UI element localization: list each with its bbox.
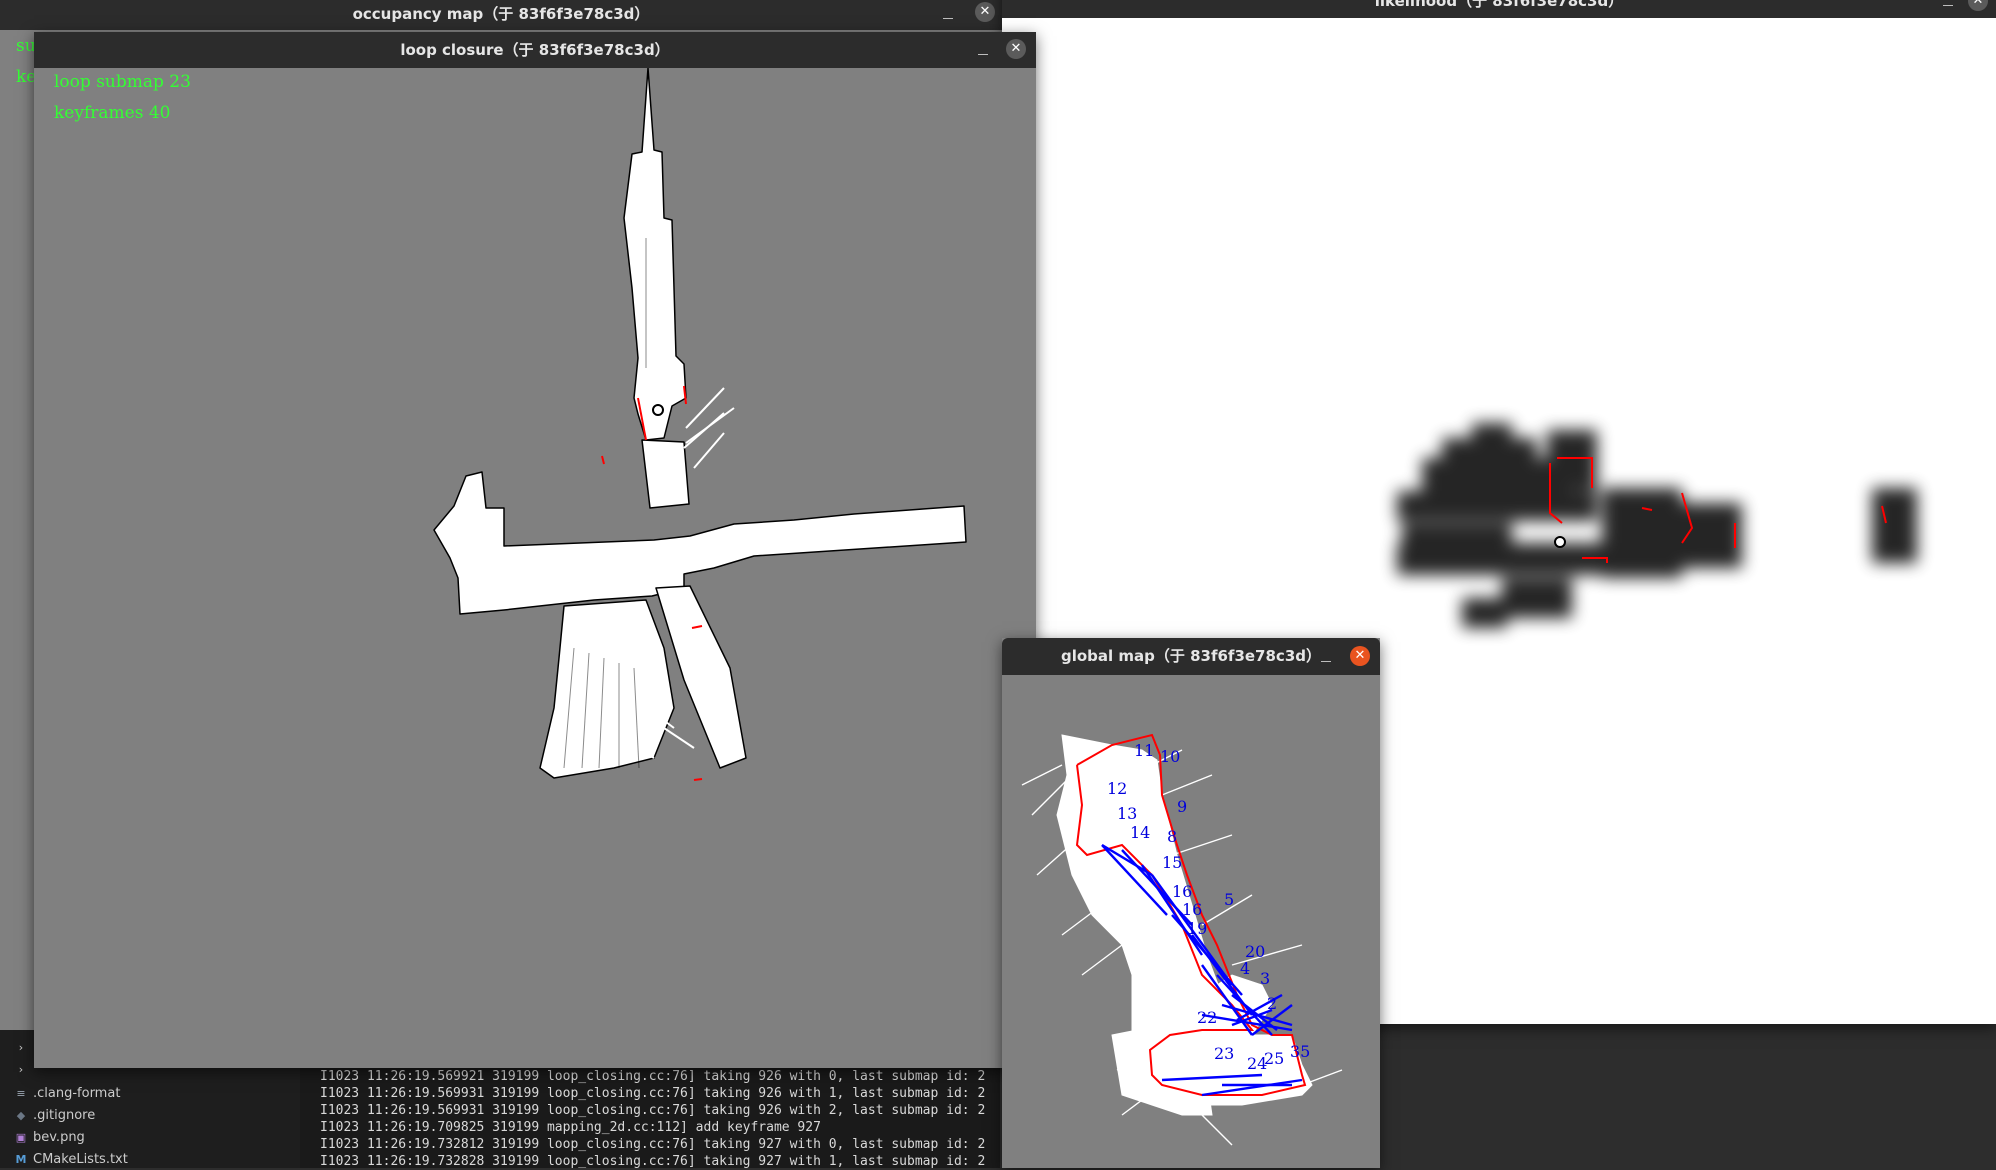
global-map-close-button[interactable]: ✕	[1350, 646, 1370, 666]
submap-id-label: 14	[1130, 823, 1150, 842]
submap-id-label: 2	[1267, 994, 1277, 1013]
submap-id-label: 15	[1162, 853, 1182, 872]
loop-closure-window[interactable]: loop closure（于 83f6f3e78c3d） ✕ loop subm…	[34, 32, 1036, 1068]
submap-id-label: 19	[1187, 919, 1207, 938]
submap-id-label: 35	[1290, 1042, 1310, 1061]
file-name: CMakeLists.txt	[33, 1152, 128, 1167]
terminal-line: I1023 11:26:19.569921 319199 loop_closin…	[320, 1069, 986, 1084]
occupancy-map-title: occupancy map（于 83f6f3e78c3d）	[352, 5, 650, 23]
submap-id-label: 13	[1117, 804, 1137, 823]
likelihood-robot-marker	[1554, 536, 1566, 548]
submap-id-label: 4	[1240, 959, 1250, 978]
occupancy-map-titlebar[interactable]: occupancy map（于 83f6f3e78c3d） ✕	[0, 0, 1002, 30]
loop-closure-close-button[interactable]: ✕	[1006, 39, 1026, 59]
global-map-svg: 11 101213 914 81516 516192043222232425 35	[1021, 733, 1343, 1146]
loop-submap-label: loop submap 23	[54, 72, 191, 92]
global-map-minimize-button[interactable]	[1318, 649, 1334, 665]
terminal-line: I1023 11:26:19.569931 319199 loop_closin…	[320, 1086, 986, 1101]
global-map-window[interactable]: global map（于 83f6f3e78c3d） ✕ 11 10 12 13…	[1002, 638, 1380, 1168]
submap-id-label: 16	[1182, 900, 1202, 919]
likelihood-title: likelihood（于 83f6f3e78c3d）	[1374, 0, 1624, 10]
submap-id-label: 22	[1197, 1008, 1217, 1027]
submap-id-label: 5	[1224, 890, 1234, 909]
submap-id-label: 10	[1160, 747, 1180, 766]
file-name: .gitignore	[33, 1108, 96, 1123]
terminal-panel[interactable]: I1023 11:26:19.569921 319199 loop_closin…	[300, 1068, 1000, 1168]
global-map-canvas: 11 10 12 13 9 14 8 15 16 5 16 19 20 4 3 2 22 23 24 25 35	[1002, 675, 1380, 1168]
occupancy-map-minimize-button[interactable]	[940, 6, 956, 22]
file-name: bev.png	[33, 1130, 85, 1145]
submap-id-label: 16	[1172, 882, 1192, 901]
explorer-file-cmakelists[interactable]: M CMakeLists.txt	[14, 1150, 128, 1170]
chevron-right-icon: ›	[18, 1041, 24, 1054]
global-map-titlebar[interactable]: global map（于 83f6f3e78c3d） ✕	[1002, 638, 1380, 675]
submap-id-label: 12	[1107, 779, 1127, 798]
terminal-line: I1023 11:26:19.732828 319199 loop_closin…	[320, 1154, 986, 1168]
lines-icon: ≡	[16, 1087, 26, 1100]
likelihood-titlebar[interactable]: likelihood（于 83f6f3e78c3d） ✕	[1002, 0, 1996, 18]
keyframes-label: keyframes 40	[54, 103, 171, 123]
explorer-folder-row[interactable]: ›	[14, 1060, 33, 1080]
submap-id-label: 9	[1177, 797, 1187, 816]
terminal-line: I1023 11:26:19.709825 319199 mapping_2d.…	[320, 1120, 821, 1135]
loop-closure-map-svg	[433, 68, 967, 781]
file-name: .clang-format	[33, 1086, 121, 1101]
explorer-file-bev-png[interactable]: ▣ bev.png	[14, 1128, 85, 1148]
likelihood-minimize-button[interactable]	[1940, 0, 1956, 9]
submap-id-label: 11	[1134, 741, 1154, 760]
terminal-line: I1023 11:26:19.569931 319199 loop_closin…	[320, 1103, 986, 1118]
terminal-line: I1023 11:26:19.732812 319199 loop_closin…	[320, 1137, 986, 1152]
loop-robot-marker	[652, 404, 664, 416]
chevron-right-icon: ›	[18, 1063, 24, 1076]
loop-closure-title: loop closure（于 83f6f3e78c3d）	[400, 41, 670, 59]
occupancy-submap-label: su	[16, 36, 36, 56]
image-file-icon: ▣	[15, 1131, 27, 1144]
occupancy-map-close-button[interactable]: ✕	[975, 2, 995, 22]
loop-closure-titlebar[interactable]: loop closure（于 83f6f3e78c3d） ✕	[34, 32, 1036, 68]
explorer-file-clang-format[interactable]: ≡ .clang-format	[14, 1084, 120, 1104]
git-diamond-icon: ◆	[16, 1109, 26, 1122]
submap-id-label: 23	[1214, 1044, 1234, 1063]
submap-id-label: 3	[1260, 969, 1270, 988]
loop-closure-minimize-button[interactable]	[975, 42, 991, 58]
cmake-m-icon: M	[15, 1153, 27, 1166]
submap-id-label: 25	[1264, 1049, 1284, 1068]
explorer-folder-row[interactable]: ›	[14, 1038, 33, 1058]
submap-id-label: 8	[1167, 827, 1177, 846]
loop-closure-canvas: loop submap 23 keyframes 40	[34, 68, 1036, 1068]
explorer-file-gitignore[interactable]: ◆ .gitignore	[14, 1106, 95, 1126]
